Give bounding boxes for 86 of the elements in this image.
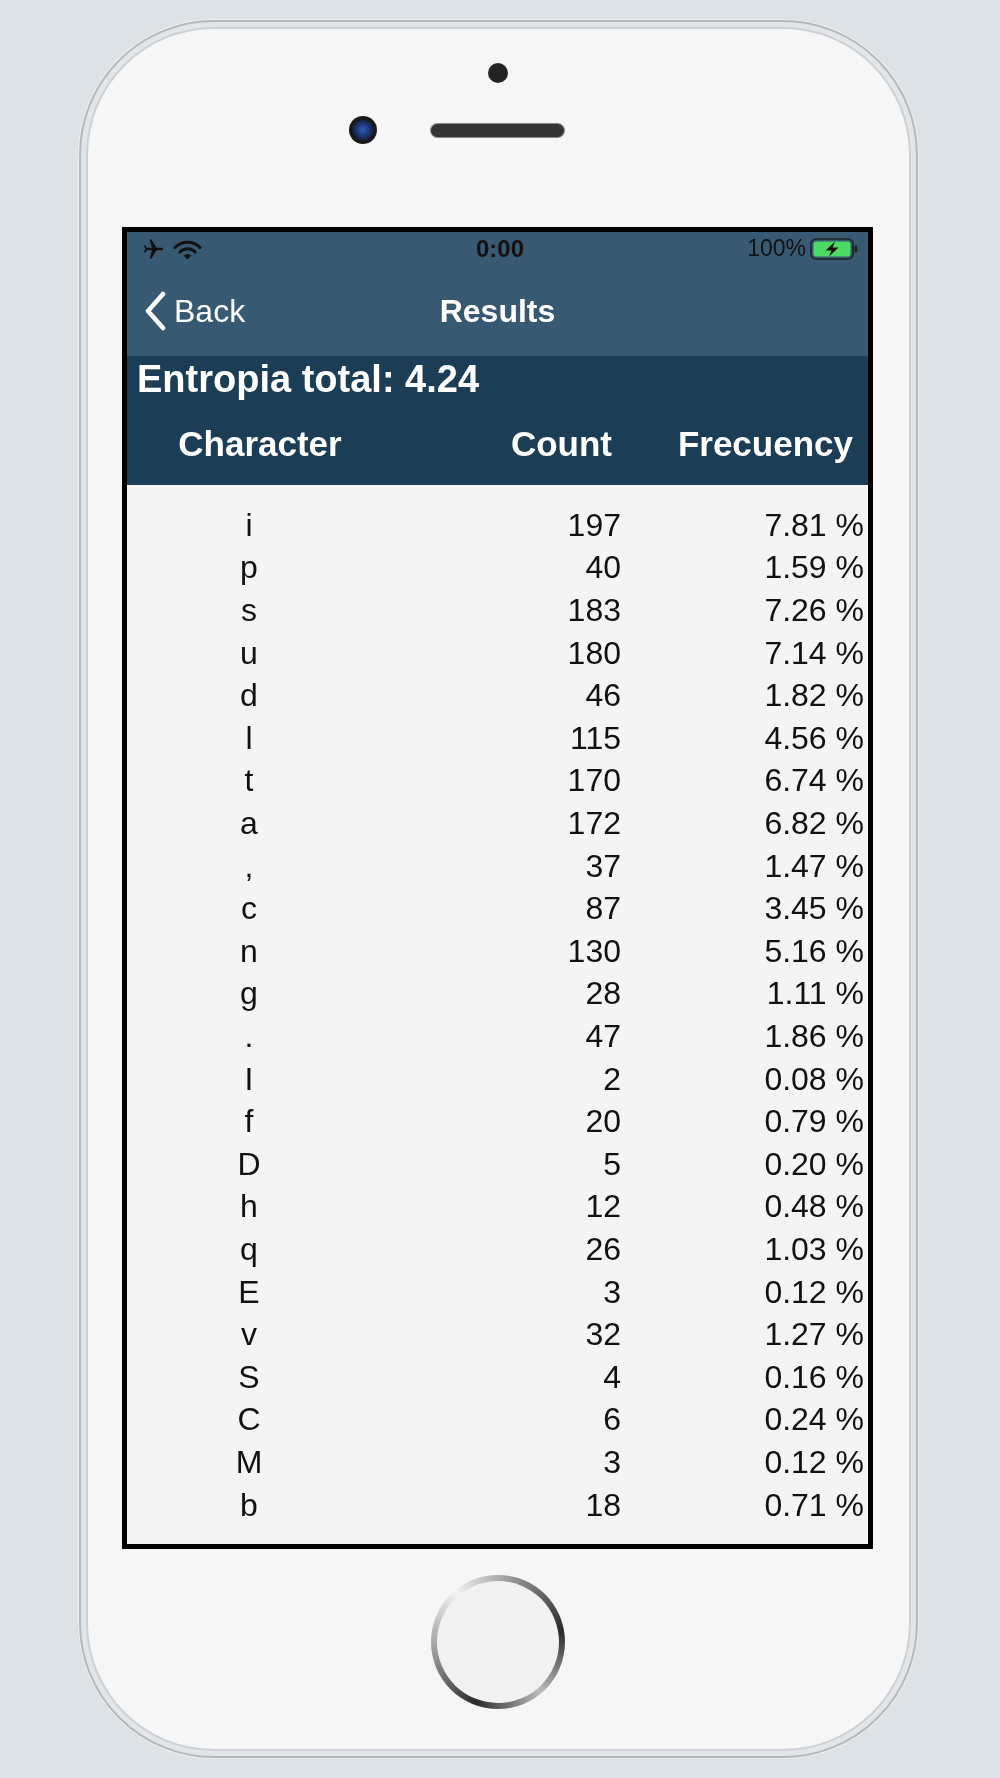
- frequency-cell-text: 5.16 %: [764, 932, 865, 970]
- character-cell: M: [235, 1443, 263, 1481]
- sensor-dot-icon: [487, 63, 508, 83]
- frequency-cell-text: 0.12 %: [764, 1443, 865, 1481]
- battery-charging-icon: [810, 238, 858, 260]
- count-cell: 20: [585, 1103, 621, 1140]
- frequency-cell-text: 1.82 %: [764, 677, 865, 715]
- airplane-icon: [142, 239, 165, 259]
- count-cell: 172: [567, 805, 621, 842]
- count-cell: 130: [567, 932, 621, 970]
- column-header: Count: [510, 424, 612, 465]
- character-cell: E: [238, 1273, 260, 1311]
- character-cell: a: [240, 805, 258, 842]
- count-cell: 46: [585, 677, 621, 715]
- frequency-cell-text: 3.45 %: [764, 890, 865, 928]
- frequency-cell-text: 0.20 %: [764, 1145, 865, 1183]
- count-cell: 115: [570, 719, 621, 757]
- character-cell: I: [244, 1060, 254, 1098]
- count-cell: 2: [603, 1060, 621, 1098]
- count-cell: 32: [585, 1316, 621, 1353]
- frequency-cell-text: 7.26 %: [764, 592, 865, 629]
- character-cell: t: [244, 762, 254, 800]
- entropy-total-label: Entropia total: 4.24: [137, 359, 480, 401]
- frequency-cell-text: 1.59 %: [764, 549, 865, 587]
- character-cell: C: [237, 1401, 261, 1439]
- battery-percentage: 100%: [747, 236, 806, 262]
- count-cell: 40: [585, 549, 621, 587]
- frequency-cell-text: 0.24 %: [764, 1401, 865, 1439]
- column-header: Character: [178, 424, 342, 465]
- count-cell: 197: [567, 506, 621, 544]
- count-cell: 18: [585, 1486, 621, 1524]
- character-cell: f: [244, 1103, 254, 1140]
- character-cell: u: [240, 634, 258, 672]
- count-cell: 180: [567, 634, 621, 672]
- frequency-cell-text: 1.47 %: [764, 847, 865, 885]
- count-cell: 6: [603, 1401, 621, 1439]
- character-cell: l: [245, 719, 253, 757]
- character-cell: g: [240, 975, 258, 1013]
- frequency-cell-text: 0.12 %: [764, 1273, 865, 1311]
- character-cell: h: [240, 1188, 258, 1226]
- frequency-cell-text: 1.27 %: [764, 1316, 865, 1353]
- count-cell: 28: [585, 975, 621, 1013]
- character-cell: S: [238, 1358, 260, 1396]
- frequency-cell-text: 6.74 %: [764, 762, 865, 800]
- count-cell: 3: [603, 1443, 621, 1481]
- count-cell: 3: [603, 1273, 621, 1311]
- character-cell: s: [241, 592, 257, 629]
- frequency-cell-text: 0.16 %: [764, 1358, 865, 1396]
- character-cell: .: [244, 1018, 254, 1055]
- count-cell: 47: [585, 1018, 621, 1055]
- character-cell: c: [241, 890, 257, 928]
- frequency-cell-text: 6.82 %: [764, 805, 865, 842]
- frequency-cell-text: 7.81 %: [764, 506, 865, 544]
- frequency-cell-text: 0.71 %: [764, 1486, 865, 1524]
- character-cell: b: [240, 1486, 258, 1524]
- frequency-cell-text: 1.11 %: [766, 975, 865, 1013]
- column-header: Frecuency: [677, 424, 854, 465]
- frequency-cell-text: 1.86 %: [764, 1018, 865, 1055]
- count-cell: 5: [603, 1145, 621, 1183]
- frequency-cell-text: 0.79 %: [764, 1103, 865, 1140]
- character-cell: d: [240, 677, 258, 715]
- chevron-left-icon: [144, 291, 166, 331]
- character-cell: D: [237, 1145, 261, 1183]
- frequency-cell-text: 0.08 %: [764, 1060, 865, 1098]
- camera-lens-icon: [349, 116, 377, 144]
- count-cell: 4: [603, 1358, 621, 1396]
- wifi-icon: [173, 238, 202, 260]
- count-cell: 26: [585, 1231, 621, 1268]
- character-cell: n: [240, 932, 258, 970]
- character-cell: ,: [244, 847, 254, 885]
- back-button[interactable]: Back: [144, 291, 246, 331]
- frequency-cell-text: 7.14 %: [764, 634, 865, 672]
- screen-title: Results: [439, 292, 556, 330]
- frequency-cell-text: 1.03 %: [764, 1231, 865, 1268]
- character-cell: p: [240, 549, 258, 587]
- count-cell: 87: [585, 890, 621, 928]
- count-cell: 37: [585, 847, 621, 885]
- count-cell: 170: [567, 762, 621, 800]
- count-cell: 183: [567, 592, 621, 629]
- frequency-cell-text: 4.56 %: [764, 719, 865, 757]
- frequency-cell-text: 0.48 %: [764, 1188, 865, 1226]
- character-cell: v: [241, 1316, 257, 1353]
- status-time: 0:00: [475, 235, 524, 263]
- character-cell: i: [245, 506, 253, 544]
- character-cell: q: [240, 1231, 258, 1268]
- count-cell: 12: [585, 1188, 621, 1226]
